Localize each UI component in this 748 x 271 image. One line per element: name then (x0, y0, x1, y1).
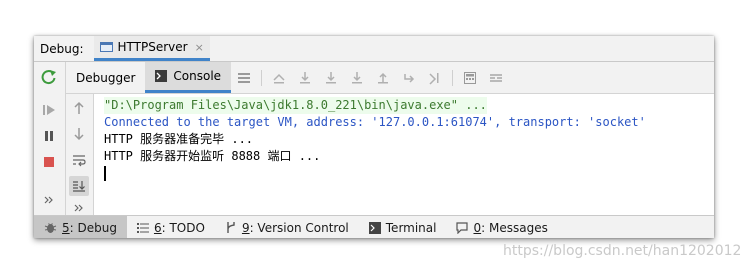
tab-debugger-label: Debugger (76, 70, 136, 85)
pause-button[interactable] (39, 126, 59, 146)
stop-icon (44, 157, 54, 167)
step-into-button[interactable] (322, 69, 340, 87)
more-actions-button[interactable] (39, 190, 59, 210)
tool-window-debug-label: : Debug (69, 220, 117, 235)
frames-layout-button[interactable] (235, 69, 253, 87)
tool-window-messages[interactable]: 0 : Messages (446, 216, 557, 238)
run-config-icon (99, 41, 113, 52)
debug-subtabs: Debugger Console (66, 62, 714, 94)
more-icon (44, 196, 53, 204)
tool-window-terminal-label: Terminal (385, 220, 437, 235)
soft-wrap-button[interactable] (69, 150, 89, 170)
tool-window-terminal[interactable]: Terminal (359, 216, 447, 238)
trace-icon (490, 73, 503, 82)
todo-list-icon (136, 222, 149, 233)
toolbar-separator (261, 69, 263, 86)
terminal-icon (368, 221, 381, 234)
tool-window-messages-label: : Messages (481, 220, 548, 235)
show-execution-point-button[interactable] (270, 69, 288, 87)
run-to-cursor-icon (429, 72, 439, 85)
console-line-server-listening: HTTP 服务器开始监听 8888 端口 ... (104, 149, 321, 163)
force-step-into-icon (352, 71, 363, 83)
console-line-command: "D:\Program Files\Java\jdk1.8.0_221\bin\… (104, 97, 487, 114)
resume-icon (43, 105, 55, 115)
trace-button[interactable] (487, 69, 505, 87)
step-out-button[interactable] (374, 69, 392, 87)
branch-icon (227, 222, 235, 233)
tool-window-todo-label: : TODO (161, 220, 205, 235)
rerun-icon (41, 70, 56, 85)
calculator-icon (464, 71, 477, 84)
run-config-tab-title: HTTPServer (117, 40, 188, 54)
step-out-icon (378, 72, 389, 83)
messages-icon (456, 221, 469, 234)
evaluate-expression-button[interactable] (461, 69, 479, 87)
execution-point-icon (273, 73, 285, 83)
more-icon (74, 204, 83, 212)
drop-frame-button[interactable] (400, 69, 418, 87)
tool-window-bar: 5 : Debug 6 : TODO 9 : Version Control T… (34, 215, 714, 238)
close-icon[interactable]: × (195, 41, 204, 54)
force-step-into-button[interactable] (348, 69, 366, 87)
debug-header-label: Debug: (40, 41, 84, 56)
tool-window-version-control-label: : Version Control (249, 220, 349, 235)
debug-header: Debug: HTTPServer × (34, 36, 714, 62)
tool-window-version-control[interactable]: 9 : Version Control (215, 216, 359, 238)
scroll-to-end-button[interactable] (69, 176, 89, 196)
soft-wrap-icon (73, 155, 86, 167)
scroll-to-end-icon (73, 181, 85, 192)
console-line-connected: Connected to the target VM, address: '12… (104, 115, 646, 129)
scroll-up-button[interactable] (69, 98, 89, 118)
step-into-icon (326, 71, 337, 83)
run-to-cursor-button[interactable] (426, 69, 444, 87)
console-left-toolbar (66, 94, 94, 215)
tool-window-version-control-mnemonic: 9 (241, 220, 250, 235)
step-over-icon (300, 71, 311, 83)
debug-tool-window: Debug: HTTPServer × Debugger Console "D:… (34, 36, 714, 238)
bug-icon (44, 223, 57, 233)
tool-window-debug[interactable]: 5 : Debug (34, 216, 127, 238)
toolbar-separator (452, 69, 454, 86)
tool-window-messages-mnemonic: 0 (473, 220, 482, 235)
watermark: https://blog.csdn.net/han1202012 (503, 243, 742, 259)
stop-button[interactable] (39, 152, 59, 172)
arrow-up-icon (74, 101, 84, 114)
tool-window-todo[interactable]: 6 : TODO (127, 216, 215, 238)
console-line-server-ready: HTTP 服务器准备完毕 ... (104, 132, 254, 146)
tab-console-label: Console (173, 69, 222, 83)
console-output[interactable]: "D:\Program Files\Java\jdk1.8.0_221\bin\… (94, 94, 714, 215)
step-over-button[interactable] (296, 69, 314, 87)
console-icon (155, 70, 168, 82)
arrow-down-icon (74, 128, 84, 141)
text-caret (104, 166, 106, 181)
tool-window-todo-mnemonic: 6 (153, 220, 162, 235)
drop-frame-icon (404, 73, 415, 83)
tool-window-debug-mnemonic: 5 (62, 220, 70, 235)
scroll-down-button[interactable] (69, 124, 89, 144)
run-config-tab[interactable]: HTTPServer × (93, 36, 210, 61)
debug-left-toolbar (34, 62, 66, 215)
pause-icon (45, 131, 53, 141)
list-icon (238, 72, 251, 83)
rerun-button[interactable] (39, 67, 59, 87)
tab-console[interactable]: Console (145, 62, 232, 93)
tab-debugger[interactable]: Debugger (66, 62, 145, 93)
resume-button[interactable] (39, 100, 59, 120)
